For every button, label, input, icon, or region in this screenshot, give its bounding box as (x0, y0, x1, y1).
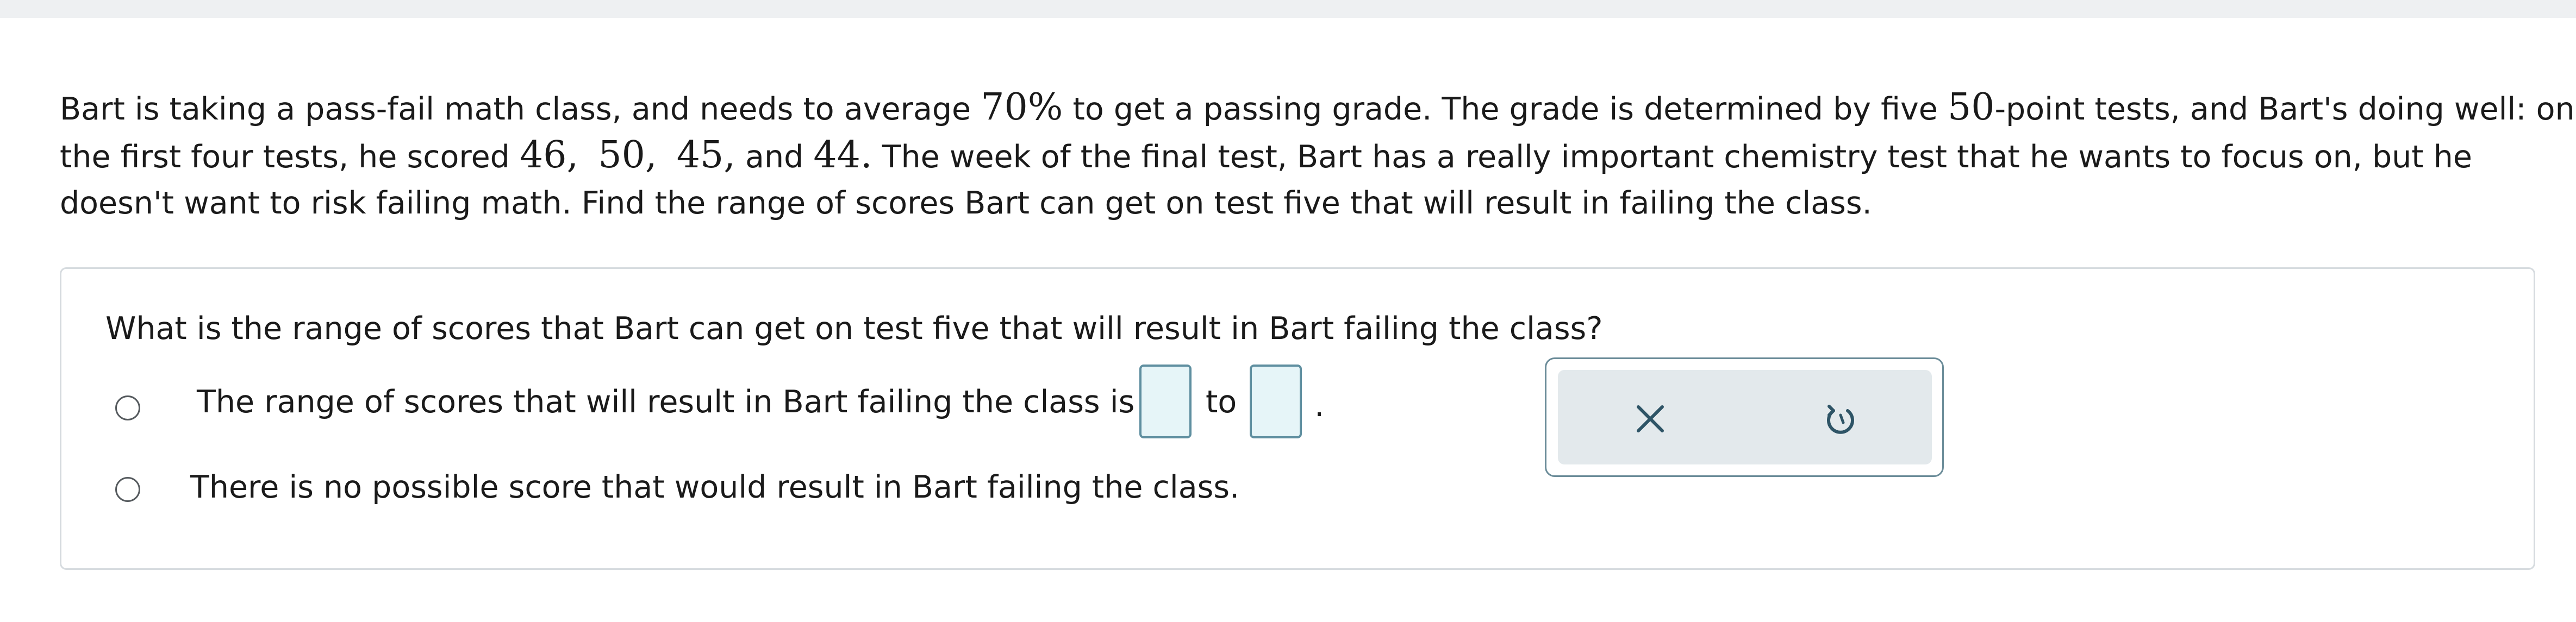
problem-line-3: doesn't want to risk failing math. Find … (60, 185, 1872, 221)
math-score-3: 45, (676, 134, 735, 177)
problem-line-1: Bart is taking a pass-fail math class, a… (60, 86, 2575, 129)
option-1-label: The range of scores that will result in … (197, 384, 1135, 420)
math-score-4: 44. (813, 134, 872, 177)
math-score-1: 46, (519, 134, 579, 177)
top-bar (0, 0, 2576, 18)
answer-tools-bar (1558, 370, 1932, 464)
option-1-period: . (1314, 388, 1325, 424)
clear-button[interactable] (1618, 386, 1683, 451)
range-lower-input[interactable] (1139, 365, 1192, 438)
close-icon (1637, 405, 1664, 432)
question-text: What is the range of scores that Bart ca… (105, 311, 1603, 347)
option-2-label: There is no possible score that would re… (190, 469, 1240, 505)
math-percent: 70% (981, 86, 1063, 129)
to-label: to (1206, 384, 1237, 420)
option-1-radio[interactable] (115, 395, 140, 420)
math-score-2: 50, (598, 134, 657, 177)
problem-statement: Bart is taking a pass-fail math class, a… (60, 81, 2575, 225)
problem-line-2: the first four tests, he scored 46, 50, … (60, 134, 2472, 177)
math-points: 50 (1947, 86, 1995, 129)
option-2-radio[interactable] (115, 477, 140, 502)
undo-button[interactable] (1808, 386, 1873, 451)
undo-icon (1827, 405, 1854, 434)
range-upper-input[interactable] (1250, 365, 1302, 438)
